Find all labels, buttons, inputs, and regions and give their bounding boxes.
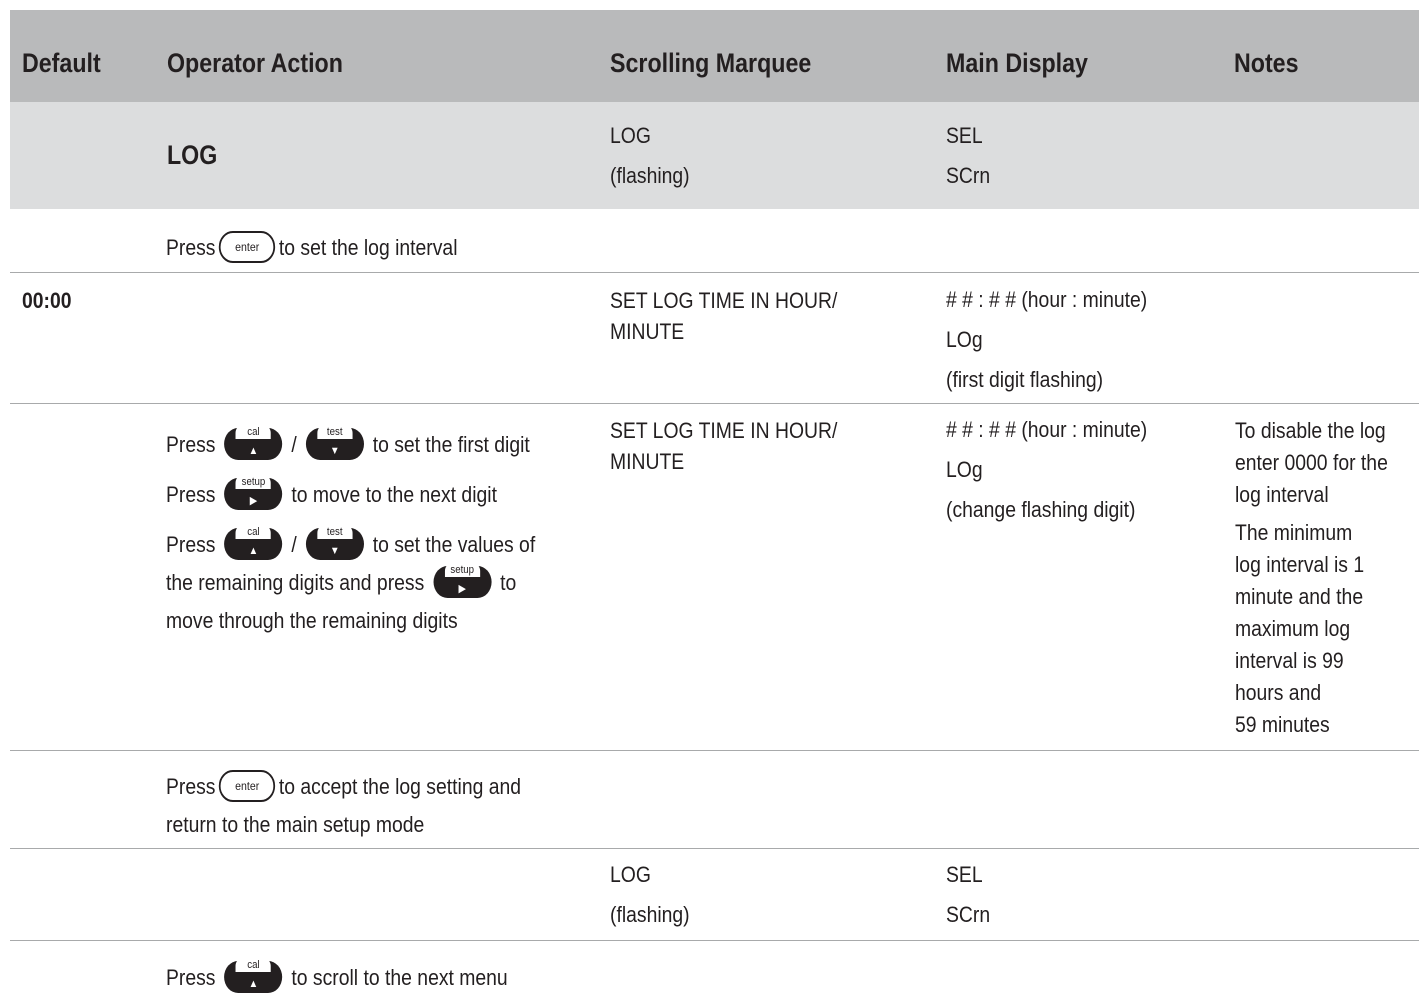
marquee-text: LOG (flashing): [610, 862, 690, 927]
row-divider: [10, 848, 1419, 849]
row-divider: [10, 403, 1419, 404]
operator-action-text: Press enter to set the log interval: [166, 231, 458, 264]
cal-up-button-icon: cal ▲: [224, 525, 283, 561]
row-divider: [10, 750, 1419, 751]
col-operator-action-heading: Operator Action: [167, 48, 343, 78]
marquee-text: SET LOG TIME IN HOUR/MINUTE: [610, 418, 838, 474]
col-notes-heading: Notes: [1234, 48, 1299, 78]
display-text: # # : # # (hour : minute) LOg (first digit…: [946, 287, 1148, 392]
test-down-button-icon: test ▼: [305, 525, 364, 561]
col-default-heading: Default: [22, 48, 101, 78]
test-down-button-icon: test ▼: [305, 425, 364, 461]
cal-up-button-icon: cal ▲: [224, 958, 283, 994]
operator-action-text: Press enter to accept the log setting and …: [166, 768, 521, 844]
display-text: SEL SCrn: [946, 123, 991, 188]
marquee-text: LOG (flashing): [610, 123, 690, 188]
menu-title: LOG: [167, 140, 218, 170]
setup-right-button-icon: setup ▶: [224, 475, 283, 511]
marquee-text: SET LOG TIME IN HOUR/MINUTE: [610, 288, 838, 344]
setup-right-button-icon: setup ▶: [433, 563, 492, 599]
operator-action-text: Press cal ▲ to scroll to the next menu: [166, 958, 508, 994]
col-scrolling-marquee-heading: Scrolling Marquee: [610, 48, 812, 78]
enter-button-icon: enter: [219, 770, 276, 803]
notes-text: To disable the log enter 0000 for the lo…: [1235, 418, 1388, 737]
row-divider: [10, 940, 1419, 941]
default-value: 00:00: [22, 288, 72, 313]
col-main-display-heading: Main Display: [946, 48, 1088, 78]
operator-action-steps: Press cal ▲ / test ▼ to set the first digi…: [166, 425, 536, 633]
row-divider: [10, 272, 1419, 273]
display-text: # # : # # (hour : minute) LOg (change flas…: [946, 417, 1148, 522]
cal-up-button-icon: cal ▲: [224, 425, 283, 461]
enter-button-icon: enter: [219, 231, 276, 264]
display-text: SEL SCrn: [946, 862, 991, 927]
table-header: Default Operator Action Scrolling Marque…: [10, 10, 1419, 102]
table-row: [10, 102, 1419, 209]
